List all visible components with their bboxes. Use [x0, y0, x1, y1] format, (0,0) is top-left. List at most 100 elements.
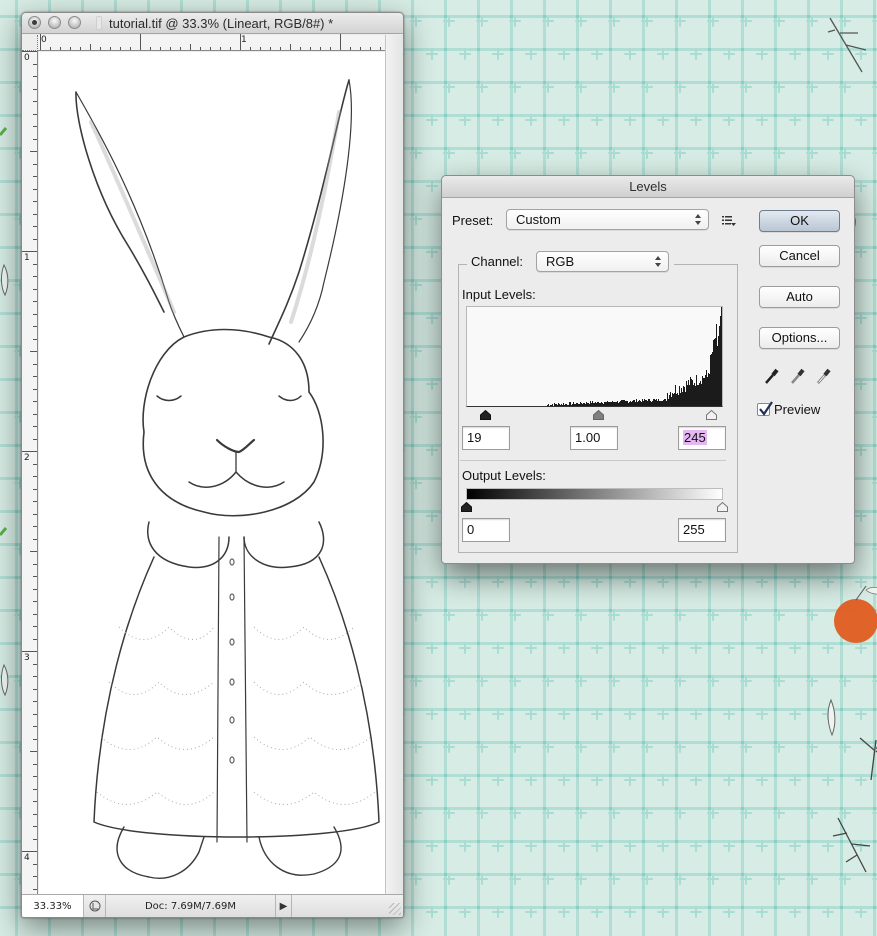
pattern-cross [707, 807, 719, 819]
vertical-ruler[interactable]: 0 1 2 3 4 [22, 51, 38, 894]
output-levels-label: Output Levels: [462, 468, 546, 483]
black-eyedropper-icon[interactable] [764, 367, 780, 385]
pattern-cross [872, 609, 877, 621]
input-levels-slider[interactable] [466, 408, 723, 422]
cancel-button[interactable]: Cancel [759, 245, 840, 267]
ruler-tick [33, 288, 37, 290]
channel-dropdown[interactable]: RGB [536, 251, 669, 272]
ruler-tick [22, 251, 37, 252]
ruler-tick [30, 151, 37, 152]
ruler-tick [33, 401, 37, 402]
horizontal-ruler[interactable]: 0 1 [38, 34, 385, 51]
pattern-cross [624, 774, 636, 786]
ruler-tick [33, 738, 37, 740]
output-white-thumb[interactable] [717, 502, 728, 512]
pattern-cross [459, 576, 471, 588]
white-point-thumb[interactable] [706, 410, 717, 420]
zoom-button[interactable] [68, 16, 81, 29]
preview-checkbox[interactable] [757, 401, 773, 416]
resize-grip[interactable] [389, 903, 401, 915]
output-black-thumb[interactable] [461, 502, 472, 512]
doc-size-info: Doc: 7.69M/7.69M [106, 895, 276, 917]
ruler-tick [33, 388, 37, 390]
gamma-thumb[interactable] [593, 410, 604, 420]
ruler-tick [330, 47, 331, 50]
pattern-cross [558, 774, 570, 786]
output-black-field[interactable]: 0 [462, 518, 510, 542]
ruler-tick [33, 301, 37, 302]
ruler-tick [33, 788, 37, 790]
ruler-tick [90, 44, 91, 50]
pattern-cross [410, 873, 422, 885]
input-levels-label: Input Levels: [462, 287, 536, 302]
input-white-field[interactable]: 245 [678, 426, 726, 450]
close-button[interactable] [28, 16, 41, 29]
pattern-cross [608, 675, 620, 687]
pattern-cross [690, 114, 702, 126]
pattern-cross [426, 774, 438, 786]
ruler-tick [33, 313, 37, 315]
pattern-cross [492, 114, 504, 126]
pattern-cross [740, 609, 752, 621]
pattern-cross [789, 576, 801, 588]
rabbit-sketch [75, 79, 380, 879]
options-button[interactable]: Options... [759, 327, 840, 349]
pattern-cross [525, 708, 537, 720]
black-point-thumb[interactable] [480, 410, 491, 420]
pattern-cross [657, 576, 669, 588]
pattern-cross [789, 906, 801, 918]
ruler-tick [220, 47, 221, 50]
pattern-cross [591, 48, 603, 60]
minimize-button[interactable] [48, 16, 61, 29]
pattern-cross [707, 147, 719, 159]
pattern-cross [410, 345, 422, 357]
preset-options-menu-icon[interactable] [722, 215, 736, 227]
document-canvas[interactable] [39, 52, 385, 894]
pattern-cross [410, 807, 422, 819]
gray-eyedropper-icon[interactable] [790, 367, 806, 385]
input-black-field[interactable]: 19 [462, 426, 510, 450]
pattern-cross [806, 609, 818, 621]
pattern-cross [674, 675, 686, 687]
white-eyedropper-icon[interactable] [816, 367, 832, 385]
pattern-cross [426, 906, 438, 918]
ok-button[interactable]: OK [759, 210, 840, 232]
ruler-tick [33, 163, 37, 165]
ruler-tick [33, 226, 37, 227]
preset-dropdown[interactable]: Custom [506, 209, 709, 230]
ruler-origin[interactable] [22, 35, 38, 51]
pattern-cross [789, 708, 801, 720]
pattern-cross [476, 609, 488, 621]
pattern-cross [690, 642, 702, 654]
auto-button[interactable]: Auto [759, 286, 840, 308]
status-menu-arrow-icon[interactable]: ▶ [276, 895, 292, 917]
pattern-cross [492, 840, 504, 852]
output-white-value: 255 [683, 522, 705, 537]
pattern-cross [690, 906, 702, 918]
ruler-tick [33, 126, 37, 127]
ruler-tick [33, 138, 37, 140]
pattern-cross [855, 378, 867, 390]
pattern-cross [575, 147, 587, 159]
pattern-cross [608, 741, 620, 753]
pattern-cross [806, 675, 818, 687]
levels-title[interactable]: Levels [442, 176, 854, 198]
output-white-field[interactable]: 255 [678, 518, 726, 542]
pattern-cross [624, 48, 636, 60]
pattern-cross [872, 543, 877, 555]
document-titlebar[interactable]: tutorial.tif @ 33.3% (Lineart, RGB/8#) * [22, 13, 403, 34]
pattern-cross [575, 81, 587, 93]
pattern-cross [509, 873, 521, 885]
output-levels-slider[interactable] [461, 500, 728, 514]
status-info-icon[interactable] [84, 895, 106, 917]
input-gamma-field[interactable]: 1.00 [570, 426, 618, 450]
vertical-scrollbar[interactable] [385, 35, 403, 894]
zoom-level-field[interactable]: 33.33% [22, 895, 84, 917]
ruler-tick [33, 476, 37, 477]
pattern-cross [591, 114, 603, 126]
pattern-cross [674, 15, 686, 27]
pattern-cross [872, 147, 877, 159]
pattern-cross [558, 708, 570, 720]
proxy-icon[interactable] [96, 16, 102, 30]
groupbox-border [458, 264, 467, 265]
